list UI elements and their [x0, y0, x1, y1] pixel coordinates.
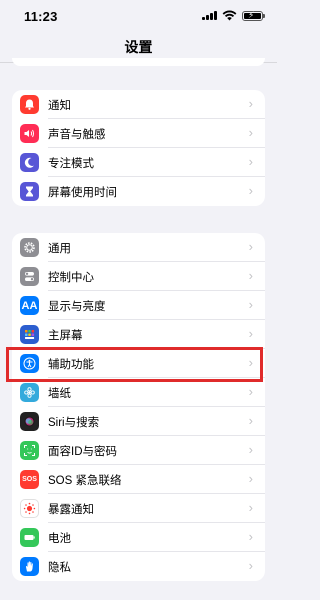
settings-row-label: 隐私	[48, 562, 71, 574]
settings-row-sos[interactable]: SOS SOS 紧急联络 ›	[12, 465, 265, 494]
chevron-right-icon: ›	[248, 529, 253, 544]
settings-row-label: 通知	[48, 100, 71, 112]
hourglass-icon	[20, 182, 39, 201]
settings-row-label: 通用	[48, 243, 71, 255]
page-title: 设置	[124, 39, 153, 55]
gear-icon	[20, 238, 39, 257]
settings-group-notifications: 通知 › 声音与触感 › 专注模式 › 屏幕使用时间 ›	[12, 90, 265, 206]
home-grid-icon	[20, 325, 39, 344]
settings-row-toggles[interactable]: 控制中心 ›	[12, 262, 265, 291]
settings-row-bell[interactable]: 通知 ›	[12, 90, 265, 119]
settings-row-label: 主屏幕	[48, 330, 83, 342]
status-time: 11:23	[24, 9, 58, 24]
settings-row-label: 声音与触感	[48, 129, 106, 141]
settings-row-label: 暴露通知	[48, 504, 94, 516]
settings-row-gear[interactable]: 通用 ›	[12, 233, 265, 262]
chevron-right-icon: ›	[248, 154, 253, 169]
settings-row-label: 屏幕使用时间	[48, 187, 117, 199]
settings-row-label: 面容ID与密码	[48, 446, 117, 458]
settings-row-label: Siri与搜索	[48, 417, 100, 429]
sos-icon: SOS	[20, 470, 39, 489]
settings-row-label: 显示与亮度	[48, 301, 106, 313]
siri-icon	[20, 412, 39, 431]
highlight-box	[6, 347, 263, 382]
settings-row-siri[interactable]: Siri与搜索 ›	[12, 407, 265, 436]
chevron-right-icon: ›	[248, 442, 253, 457]
settings-row-label: 墙纸	[48, 388, 71, 400]
chevron-right-icon: ›	[248, 471, 253, 486]
chevron-right-icon: ›	[248, 183, 253, 198]
chevron-right-icon: ›	[248, 239, 253, 254]
settings-row-moon[interactable]: 专注模式 ›	[12, 148, 265, 177]
status-icons: ⚡	[202, 10, 265, 21]
speaker-icon	[20, 124, 39, 143]
settings-row-exposure[interactable]: 暴露通知 ›	[12, 494, 265, 523]
chevron-right-icon: ›	[248, 413, 253, 428]
settings-row-text-size[interactable]: AA 显示与亮度 ›	[12, 291, 265, 320]
flower-icon	[20, 383, 39, 402]
chevron-right-icon: ›	[248, 268, 253, 283]
settings-row-hourglass[interactable]: 屏幕使用时间 ›	[12, 177, 265, 206]
settings-row-label: 专注模式	[48, 158, 94, 170]
settings-row-face-id[interactable]: 面容ID与密码 ›	[12, 436, 265, 465]
wifi-icon	[222, 10, 237, 21]
exposure-icon	[20, 499, 39, 518]
status-bar: 11:23 ⚡	[0, 0, 277, 30]
chevron-right-icon: ›	[248, 125, 253, 140]
settings-row-label: 控制中心	[48, 272, 94, 284]
moon-icon	[20, 153, 39, 172]
settings-row-label: 电池	[48, 533, 71, 545]
text-size-icon: AA	[20, 296, 39, 315]
settings-row-label: SOS 紧急联络	[48, 475, 122, 487]
battery-icon	[20, 528, 39, 547]
settings-row-speaker[interactable]: 声音与触感 ›	[12, 119, 265, 148]
chevron-right-icon: ›	[248, 326, 253, 341]
chevron-right-icon: ›	[248, 500, 253, 515]
chevron-right-icon: ›	[248, 96, 253, 111]
toggles-icon	[20, 267, 39, 286]
settings-group-top-stub	[12, 58, 265, 66]
settings-row-battery[interactable]: 电池 ›	[12, 523, 265, 552]
battery-status-icon: ⚡	[242, 10, 265, 21]
chevron-right-icon: ›	[248, 297, 253, 312]
settings-row-flower[interactable]: 墙纸 ›	[12, 378, 265, 407]
bell-icon	[20, 95, 39, 114]
chevron-right-icon: ›	[248, 558, 253, 573]
settings-row-hand[interactable]: 隐私 ›	[12, 552, 265, 581]
face-id-icon	[20, 441, 39, 460]
signal-icon	[202, 11, 217, 20]
settings-row-home-grid[interactable]: 主屏幕 ›	[12, 320, 265, 349]
chevron-right-icon: ›	[248, 384, 253, 399]
hand-icon	[20, 557, 39, 576]
settings-group-general: 通用 › 控制中心 › AA 显示与亮度 › 主屏幕 › 辅助功能 › 墙纸 ›…	[12, 233, 265, 581]
